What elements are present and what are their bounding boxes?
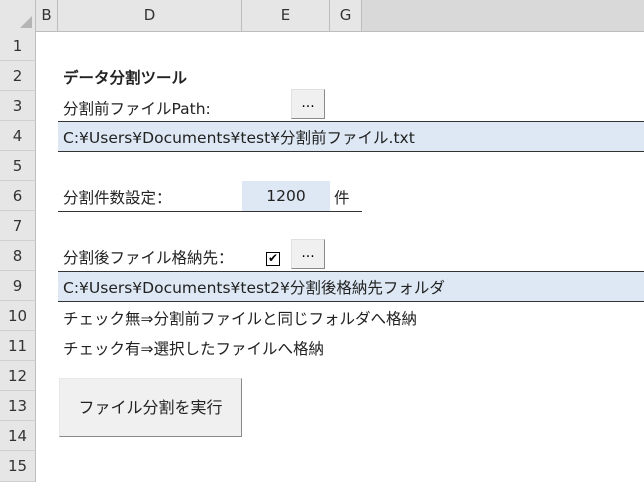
source-browse-button[interactable]: ... — [291, 89, 325, 119]
row-header-5[interactable]: 5 — [0, 151, 36, 181]
row-header-13[interactable]: 13 — [0, 391, 36, 421]
dest-path-bottom-border — [58, 301, 644, 302]
split-count-label: 分割件数設定： — [63, 189, 172, 207]
source-file-label: 分割前ファイルPath: — [63, 100, 211, 118]
column-header-d[interactable]: D — [58, 0, 242, 31]
column-header-e[interactable]: E — [242, 0, 330, 31]
column-header-b[interactable]: B — [36, 0, 58, 31]
row-header-12[interactable]: 12 — [0, 361, 36, 391]
spreadsheet: B D E G 1 2 3 4 5 6 7 8 9 10 11 12 13 14… — [0, 0, 644, 482]
row-header-4[interactable]: 4 — [0, 121, 36, 151]
dest-folder-checkbox[interactable]: ✔ — [266, 252, 280, 266]
tool-title: データ分割ツール — [63, 69, 188, 87]
split-count-underline — [58, 211, 362, 212]
row-header-6[interactable]: 6 — [0, 181, 36, 211]
source-path-value: C:¥Users¥Documents¥test¥分割前ファイル.txt — [63, 129, 415, 147]
row-header-11[interactable]: 11 — [0, 331, 36, 361]
column-header-g[interactable]: G — [330, 0, 362, 31]
row-header-2[interactable]: 2 — [0, 61, 36, 91]
dest-path-value: C:¥Users¥Documents¥test2¥分割後格納先フォルダ — [63, 279, 445, 297]
row-header-7[interactable]: 7 — [0, 211, 36, 241]
row-header-14[interactable]: 14 — [0, 421, 36, 451]
column-header-empty — [362, 0, 644, 31]
select-all-corner[interactable] — [0, 0, 36, 31]
row-header-3[interactable]: 3 — [0, 91, 36, 121]
row-header-1[interactable]: 1 — [0, 31, 36, 61]
split-count-input[interactable]: 1200 — [242, 181, 330, 211]
note-unchecked: チェック無⇒分割前ファイルと同じフォルダへ格納 — [63, 310, 417, 328]
dest-folder-label: 分割後ファイル格納先： — [63, 249, 234, 267]
row-header-8[interactable]: 8 — [0, 241, 36, 271]
source-path-top-border — [58, 121, 644, 122]
dest-browse-button[interactable]: ... — [291, 239, 325, 269]
split-count-unit: 件 — [334, 189, 350, 207]
select-all-triangle-icon — [20, 16, 32, 28]
row-header-10[interactable]: 10 — [0, 301, 36, 331]
note-checked: チェック有⇒選択したファイルへ格納 — [63, 340, 324, 358]
source-path-bottom-border — [58, 151, 644, 152]
run-split-button[interactable]: ファイル分割を実行 — [59, 378, 242, 437]
row-header-9[interactable]: 9 — [0, 271, 36, 301]
dest-path-top-border — [58, 271, 644, 272]
row-header-15[interactable]: 15 — [0, 451, 36, 482]
